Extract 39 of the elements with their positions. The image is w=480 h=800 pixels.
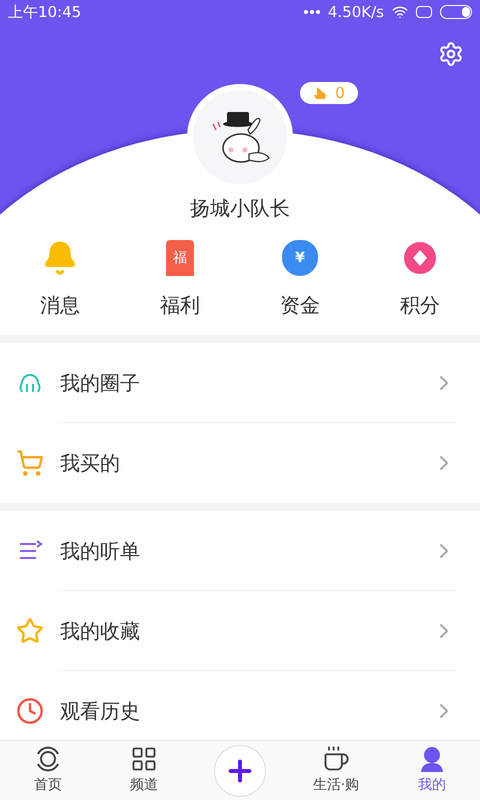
star-icon bbox=[16, 617, 44, 645]
menu-item[interactable]: 我的圈子 bbox=[0, 343, 480, 423]
nav-tab[interactable]: 生活·购 bbox=[288, 741, 384, 800]
quick-action[interactable]: 福 福利 bbox=[120, 238, 240, 332]
coffee-cup-icon bbox=[322, 745, 350, 773]
menu-label: 我的听单 bbox=[60, 538, 141, 564]
menu-item[interactable]: 观看历史 bbox=[0, 671, 480, 740]
quick-action[interactable]: 消息 bbox=[0, 238, 120, 332]
menu-item[interactable]: 我的听单 bbox=[0, 511, 480, 591]
user-name: 扬城小队长 bbox=[190, 195, 290, 222]
clock-icon bbox=[16, 697, 44, 725]
menu-label: 我的圈子 bbox=[60, 370, 141, 396]
coin-count: 0 bbox=[335, 82, 345, 104]
menu-item[interactable]: 我买的 bbox=[0, 423, 480, 503]
person-icon bbox=[418, 745, 446, 773]
menu-label: 我买的 bbox=[60, 450, 121, 477]
settings-button[interactable] bbox=[438, 41, 464, 67]
wifi-icon bbox=[392, 4, 408, 20]
diamond-coin-icon bbox=[404, 242, 436, 274]
nav-tab[interactable]: 频道 bbox=[96, 741, 192, 800]
add-button[interactable] bbox=[214, 744, 266, 796]
nav-tab[interactable]: 首页 bbox=[0, 741, 96, 800]
menu-item[interactable]: 我的收藏 bbox=[0, 591, 480, 671]
dots-icon bbox=[304, 10, 320, 14]
network-speed: 4.50K/s bbox=[328, 2, 384, 23]
quick-action[interactable]: 积分 bbox=[360, 238, 480, 332]
cart-icon bbox=[16, 449, 44, 477]
menu-label: 观看历史 bbox=[60, 698, 141, 725]
blessing-icon: 福 bbox=[166, 240, 194, 276]
battery-icon bbox=[440, 5, 472, 19]
status-time: 上午10:45 bbox=[8, 2, 82, 23]
nav-tab[interactable]: 我的 bbox=[384, 741, 480, 800]
bell-icon bbox=[42, 240, 78, 276]
menu-label: 我的收藏 bbox=[60, 618, 141, 644]
settings-icon bbox=[438, 41, 464, 67]
boat-icon bbox=[313, 86, 328, 100]
grid-icon bbox=[130, 745, 158, 773]
sim-icon bbox=[416, 6, 432, 18]
quick-action[interactable]: ¥ 资金 bbox=[240, 238, 360, 332]
